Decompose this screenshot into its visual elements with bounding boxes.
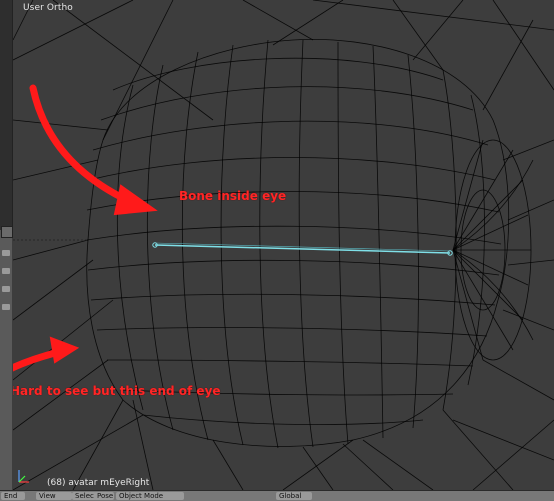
arrow-head-icon (49, 336, 80, 364)
tool-icon[interactable] (2, 286, 10, 292)
tool-icon[interactable] (2, 250, 10, 256)
bone[interactable] (152, 242, 453, 256)
viewport-header-bar: End View Select Pose Object Mode Global (0, 490, 554, 501)
tool-icon[interactable] (2, 268, 10, 274)
pose-menu[interactable]: Pose (94, 492, 114, 500)
view-menu[interactable]: View (36, 492, 72, 500)
toolshelf-tab-toggle[interactable] (1, 226, 13, 238)
wireframe-mesh (13, 0, 554, 490)
toolshelf-top-panel (0, 0, 13, 230)
3d-viewport[interactable]: User Ortho Bone inside eye Hard to see b… (13, 0, 554, 490)
left-toolshelf (0, 0, 13, 500)
annotation-bone-label: Bone inside eye (179, 189, 287, 203)
annotation-eye-end-label: Hard to see but this end of eye (13, 384, 221, 398)
toolshelf-bottom-panel (0, 238, 12, 500)
view-title: User Ortho (23, 3, 73, 13)
select-menu[interactable]: Select (72, 492, 96, 500)
eye-wireframe (13, 0, 554, 490)
axis-gizmo (18, 470, 29, 483)
arrow-to-bone (29, 84, 135, 206)
tool-icon[interactable] (2, 304, 10, 310)
mode-selector[interactable]: Object Mode (116, 492, 184, 500)
annotation-arrows (13, 84, 158, 372)
active-object-info: (68) avatar mEyeRight (47, 478, 150, 488)
end-button[interactable]: End (1, 492, 25, 500)
transform-orientation-selector[interactable]: Global (276, 492, 312, 500)
